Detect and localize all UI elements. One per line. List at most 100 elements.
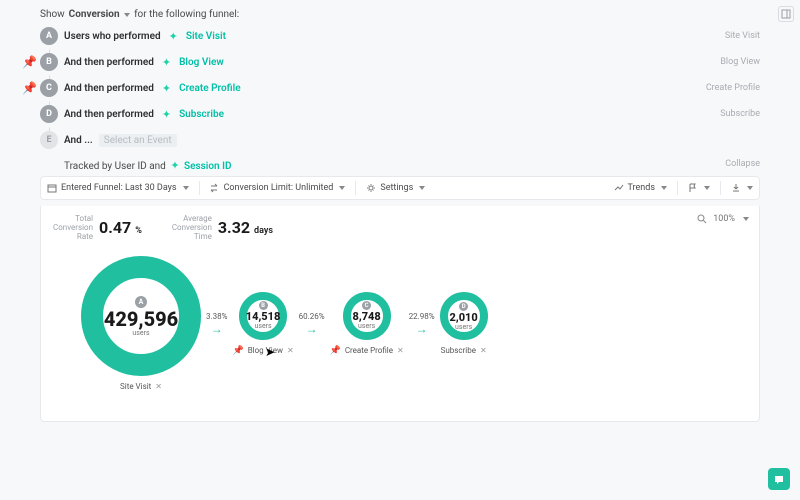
step-row-d: D And then performed ✦ Subscribe Subscri…: [40, 101, 760, 127]
close-icon[interactable]: ✕: [287, 346, 294, 355]
step-event-a[interactable]: Site Visit: [186, 31, 226, 42]
node-a[interactable]: A 429,596 users Site Visit ✕: [81, 256, 201, 391]
conversion-dropdown[interactable]: Conversion: [69, 9, 130, 20]
calendar-icon: [47, 183, 57, 193]
step-event-c[interactable]: Create Profile: [179, 83, 241, 94]
stat-conversion-time: AverageConversionTime 3.32 days: [172, 214, 273, 241]
cursor-icon: ➤: [265, 345, 275, 359]
date-range-dropdown[interactable]: Entered Funnel: Last 30 Days: [47, 183, 189, 193]
tracked-row: Tracked by User ID and ✦ Session ID Coll…: [40, 153, 760, 176]
spark-icon: ✦: [162, 108, 171, 121]
help-fab[interactable]: [768, 468, 790, 490]
divider: [677, 181, 678, 195]
step-letter-b: B: [40, 53, 58, 71]
chevron-down-icon: [743, 217, 749, 221]
step-right-c: Create Profile: [706, 83, 760, 93]
pin-icon[interactable]: 📌: [22, 81, 37, 95]
chevron-down-icon: [704, 186, 710, 190]
divider: [355, 181, 356, 195]
step-letter-d: D: [40, 105, 58, 123]
chevron-down-icon: [124, 13, 130, 17]
close-icon[interactable]: ✕: [480, 346, 487, 355]
show-suffix: for the following funnel:: [134, 9, 239, 20]
collapse-button[interactable]: Collapse: [725, 159, 760, 169]
step-text-e: And ...: [64, 135, 93, 146]
divider: [199, 181, 200, 195]
show-row: Show Conversion for the following funnel…: [40, 6, 760, 23]
pin-icon[interactable]: 📌: [22, 55, 37, 69]
chevron-down-icon: [419, 186, 425, 190]
node-tag: B: [259, 301, 268, 310]
spark-icon: ✦: [162, 82, 171, 95]
node-c[interactable]: C 8,748 users 📌 Create Profile ✕: [330, 292, 404, 356]
spark-icon: ✦: [162, 56, 171, 69]
node-tag: D: [459, 302, 468, 311]
node-unit: users: [254, 322, 271, 330]
show-label: Show: [40, 9, 65, 20]
step-right-b: Blog View: [720, 57, 760, 67]
spark-icon: ✦: [170, 159, 179, 172]
arrow-right-icon: →: [416, 322, 428, 336]
step-right-a: Site Visit: [725, 31, 760, 41]
node-unit: users: [132, 329, 149, 337]
tracked-prefix: Tracked by User ID and: [64, 161, 166, 172]
funnel-viz: A 429,596 users Site Visit ✕ 3.38%→ B 14…: [81, 256, 488, 391]
flag-icon: [688, 183, 698, 193]
tracked-session[interactable]: Session ID: [184, 161, 232, 172]
node-d[interactable]: D 2,010 users Subscribe ✕: [440, 292, 488, 355]
download-button[interactable]: [731, 183, 753, 193]
step-event-b[interactable]: Blog View: [179, 57, 224, 68]
pin-icon[interactable]: 📌: [232, 346, 243, 356]
step-letter-a: A: [40, 27, 58, 45]
spark-icon: ✦: [169, 30, 178, 43]
close-icon[interactable]: ✕: [397, 346, 404, 355]
zoom-control[interactable]: 100%: [697, 214, 749, 224]
step-text-b: And then performed: [64, 57, 154, 68]
arrow-right-icon: →: [306, 322, 318, 336]
step-text-a: Users who performed: [64, 31, 161, 42]
step-right-d: Subscribe: [720, 109, 760, 119]
node-unit: users: [358, 322, 375, 330]
node-caption: Create Profile: [345, 346, 393, 355]
step-row-c: 📌 C And then performed ✦ Create Profile …: [40, 75, 760, 101]
node-value: 2,010: [450, 312, 478, 323]
step-letter-c: C: [40, 79, 58, 97]
step-event-d[interactable]: Subscribe: [179, 109, 224, 120]
zoom-pct: 100%: [713, 214, 735, 224]
step-row-e: E And ... Select an Event: [40, 127, 760, 153]
toolbar: Entered Funnel: Last 30 Days Conversion …: [40, 176, 760, 200]
pin-icon[interactable]: 📌: [330, 346, 341, 356]
step-text-c: And then performed: [64, 83, 154, 94]
node-value: 429,596: [104, 309, 178, 329]
arrow-right-icon: →: [211, 322, 223, 336]
settings-dropdown[interactable]: Settings: [366, 183, 425, 193]
node-tag: C: [362, 301, 371, 310]
node-b[interactable]: B 14,518 users 📌Blog View ✕: [232, 292, 293, 356]
swap-icon: [210, 183, 220, 193]
flag-button[interactable]: [688, 183, 710, 193]
trends-dropdown[interactable]: Trends: [614, 183, 667, 193]
node-value: 14,518: [246, 311, 281, 322]
pct-cd: 22.98%→: [409, 312, 435, 336]
download-icon: [731, 183, 741, 193]
panel-toggle[interactable]: [778, 6, 794, 22]
pct-ab: 3.38%→: [206, 312, 227, 336]
step-row-b: 📌 B And then performed ✦ Blog View Blog …: [40, 49, 760, 75]
select-event-input[interactable]: Select an Event: [99, 134, 177, 147]
step-row-a: A Users who performed ✦ Site Visit Site …: [40, 23, 760, 49]
close-icon[interactable]: ✕: [155, 382, 162, 391]
divider: [720, 181, 721, 195]
conversion-limit-dropdown[interactable]: Conversion Limit: Unlimited: [210, 183, 346, 193]
funnel-canvas: TotalConversionRate 0.47 % AverageConver…: [40, 206, 760, 422]
search-icon: [697, 214, 707, 224]
node-unit: users: [455, 323, 472, 331]
pct-bc: 60.26%→: [299, 312, 325, 336]
trend-icon: [614, 183, 624, 193]
step-letter-e: E: [40, 131, 58, 149]
chevron-down-icon: [339, 186, 345, 190]
node-value: 8,748: [353, 311, 381, 322]
chevron-down-icon: [747, 186, 753, 190]
node-caption: Site Visit: [120, 382, 151, 391]
chevron-down-icon: [661, 186, 667, 190]
node-caption: Subscribe: [441, 346, 476, 355]
